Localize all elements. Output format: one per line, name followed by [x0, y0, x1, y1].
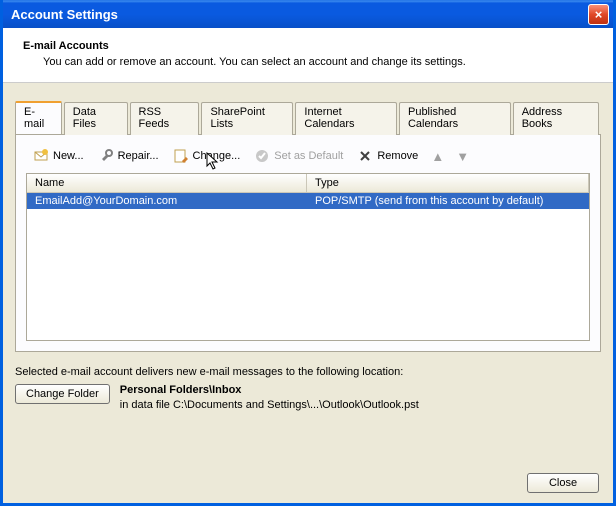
remove-label: Remove	[377, 150, 418, 162]
header-block: E-mail Accounts You can add or remove an…	[3, 28, 613, 83]
tab-email[interactable]: E-mail	[15, 101, 62, 134]
table-row[interactable]: EmailAdd@YourDomain.com POP/SMTP (send f…	[27, 193, 589, 209]
grid-header: Name Type	[27, 174, 589, 193]
cell-name: EmailAdd@YourDomain.com	[27, 193, 307, 209]
set-default-label: Set as Default	[274, 150, 343, 162]
arrow-up-icon: ▲	[431, 149, 444, 164]
remove-button[interactable]: Remove	[354, 147, 421, 165]
body-area: E-mail Data Files RSS Feeds SharePoint L…	[3, 83, 613, 463]
account-settings-window: Account Settings × E-mail Accounts You c…	[0, 0, 616, 506]
change-icon	[173, 148, 189, 164]
tab-internet-calendars[interactable]: Internet Calendars	[295, 102, 397, 135]
close-icon: ×	[595, 7, 603, 22]
change-label: Change...	[193, 150, 241, 162]
col-header-type[interactable]: Type	[307, 174, 589, 192]
move-down-button[interactable]: ▼	[454, 149, 471, 164]
new-icon	[33, 148, 49, 164]
arrow-down-icon: ▼	[456, 149, 469, 164]
content-area: E-mail Accounts You can add or remove an…	[3, 28, 613, 503]
toolbar: New... Repair... Change...	[26, 145, 590, 173]
tab-published-calendars[interactable]: Published Calendars	[399, 102, 511, 135]
accounts-grid: Name Type EmailAdd@YourDomain.com POP/SM…	[26, 173, 590, 341]
check-icon	[254, 148, 270, 164]
delivers-label: Selected e-mail account delivers new e-m…	[15, 366, 601, 378]
new-button[interactable]: New...	[30, 147, 87, 165]
tab-data-files[interactable]: Data Files	[64, 102, 128, 135]
page-title: E-mail Accounts	[23, 40, 593, 52]
change-folder-button[interactable]: Change Folder	[15, 384, 110, 404]
window-title: Account Settings	[11, 7, 588, 22]
folder-block: Personal Folders\Inbox in data file C:\D…	[120, 384, 419, 411]
tab-panel-email: New... Repair... Change...	[15, 134, 601, 352]
remove-icon	[357, 148, 373, 164]
repair-label: Repair...	[118, 150, 159, 162]
folder-path: Personal Folders\Inbox	[120, 384, 419, 396]
close-button[interactable]: Close	[527, 473, 599, 493]
tab-rss-feeds[interactable]: RSS Feeds	[130, 102, 200, 135]
new-label: New...	[53, 150, 84, 162]
tab-sharepoint-lists[interactable]: SharePoint Lists	[201, 102, 293, 135]
move-up-button[interactable]: ▲	[429, 149, 446, 164]
change-button[interactable]: Change...	[170, 147, 244, 165]
page-subtitle: You can add or remove an account. You ca…	[43, 56, 593, 68]
tabstrip: E-mail Data Files RSS Feeds SharePoint L…	[15, 101, 601, 134]
window-close-button[interactable]: ×	[588, 4, 609, 25]
set-default-button[interactable]: Set as Default	[251, 147, 346, 165]
cell-type: POP/SMTP (send from this account by defa…	[307, 193, 589, 209]
tab-address-books[interactable]: Address Books	[513, 102, 599, 135]
repair-button[interactable]: Repair...	[95, 147, 162, 165]
titlebar: Account Settings ×	[3, 0, 613, 28]
grid-body: EmailAdd@YourDomain.com POP/SMTP (send f…	[27, 193, 589, 340]
bottom-bar: Close	[3, 463, 613, 503]
col-header-name[interactable]: Name	[27, 174, 307, 192]
delivery-info: Selected e-mail account delivers new e-m…	[15, 366, 601, 411]
datafile-path: in data file C:\Documents and Settings\.…	[120, 399, 419, 411]
repair-icon	[98, 148, 114, 164]
